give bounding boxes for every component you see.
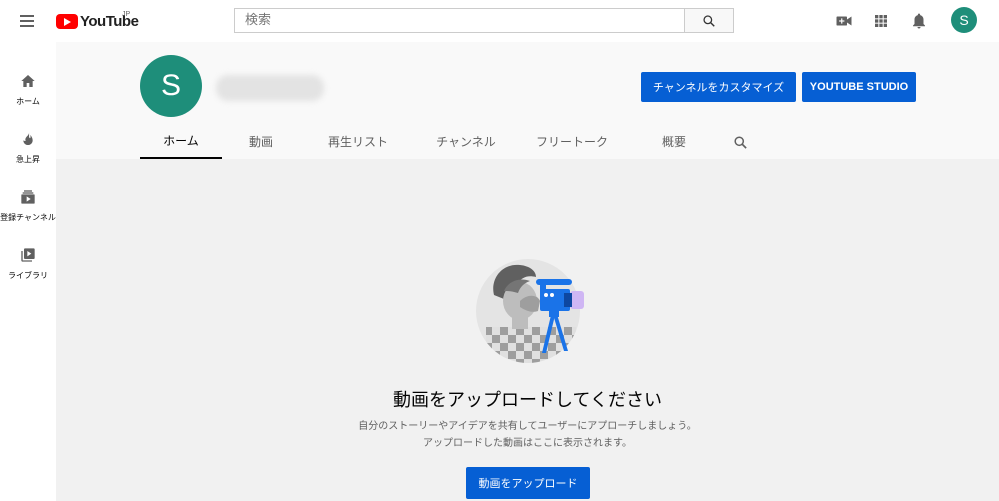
sidebar-item-library[interactable]: ライブラリ [0, 230, 56, 286]
bell-icon [913, 13, 925, 29]
top-bar: YouTube JP S [0, 0, 999, 42]
search-input[interactable] [234, 8, 684, 33]
tab-discussion[interactable]: フリートーク [516, 124, 628, 159]
sidebar-item-trending[interactable]: 急上昇 [0, 114, 56, 170]
search-bar [234, 8, 734, 33]
channel-avatar: S [140, 55, 202, 117]
home-icon [19, 72, 37, 90]
search-icon [733, 135, 747, 149]
empty-state-description: アップロードした動画はここに表示されます。 [423, 438, 632, 449]
subscriptions-icon [19, 188, 37, 206]
flame-icon [19, 130, 37, 148]
search-icon [703, 14, 715, 27]
video-create-icon [836, 16, 852, 26]
sidebar-item-label: ホーム [16, 97, 40, 106]
account-avatar[interactable]: S [951, 7, 977, 33]
youtube-logo[interactable]: YouTube JP [56, 11, 139, 31]
search-button[interactable] [684, 8, 734, 33]
upload-illustration [476, 259, 584, 363]
sidebar-item-label: 登録チャンネル [0, 213, 56, 222]
sidebar-item-label: 急上昇 [16, 155, 40, 164]
apps-button[interactable] [870, 10, 892, 32]
tab-channels[interactable]: チャンネル [416, 124, 516, 159]
channel-name-redacted [216, 75, 324, 101]
sidebar: ホーム 急上昇 登録チャンネル ライブラリ [0, 42, 56, 501]
youtube-play-icon [56, 13, 78, 29]
apps-grid-icon [875, 15, 887, 27]
notifications-button[interactable] [908, 10, 930, 32]
hamburger-menu-icon[interactable] [18, 11, 38, 31]
library-icon [19, 246, 37, 264]
empty-state-description: 自分のストーリーやアイデアを共有してユーザーにアプローチしましょう。 [358, 421, 697, 432]
tab-playlists[interactable]: 再生リスト [308, 124, 408, 159]
channel-search-button[interactable] [730, 132, 750, 152]
empty-state-title: 動画をアップロードしてください [393, 390, 662, 411]
channel-header: S チャンネルをカスタマイズ YOUTUBE STUDIO ホーム 動画 再生リ… [56, 42, 999, 159]
logo-region: JP [122, 11, 131, 18]
sidebar-item-subscriptions[interactable]: 登録チャンネル [0, 172, 56, 228]
tab-about[interactable]: 概要 [634, 124, 714, 159]
customize-channel-button[interactable]: チャンネルをカスタマイズ [641, 72, 796, 102]
tab-home[interactable]: ホーム [140, 124, 222, 159]
sidebar-item-home[interactable]: ホーム [0, 56, 56, 112]
upload-video-button[interactable]: 動画をアップロード [466, 467, 590, 499]
youtube-studio-button[interactable]: YOUTUBE STUDIO [802, 72, 916, 102]
sidebar-item-label: ライブラリ [8, 271, 48, 280]
tab-videos[interactable]: 動画 [232, 124, 290, 159]
channel-content: 動画をアップロードしてください 自分のストーリーやアイデアを共有してユーザーにア… [56, 159, 999, 501]
create-video-button[interactable] [833, 10, 855, 32]
